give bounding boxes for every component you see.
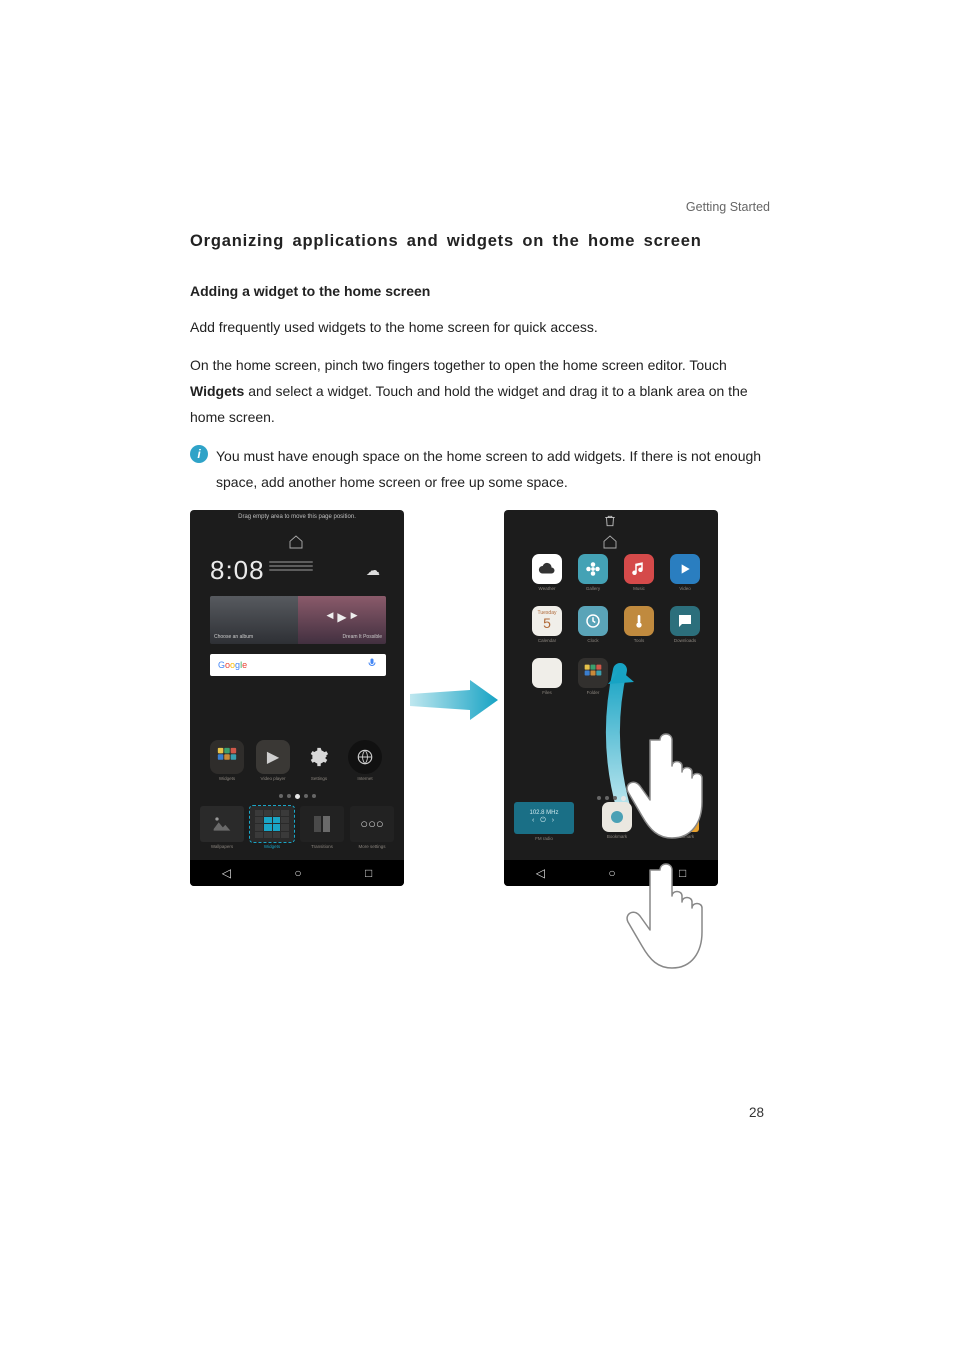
app-caption: Gallery <box>586 586 600 591</box>
info-note-text: You must have enough space on the home s… <box>216 443 770 496</box>
app-grid: Weather Gallery Music Video Tuesday5 Calendar… <box>528 554 704 706</box>
microphone-icon <box>366 657 378 672</box>
nav-recent-icon: □ <box>679 866 686 880</box>
media-widget: Choose an album ◀▶▶ Dream It Possible <box>210 596 386 644</box>
widget-fm: 102.8 MHz ‹ ⏻ › FM radio <box>514 802 574 841</box>
page-dots <box>504 796 718 801</box>
phone-right: Weather Gallery Music Video Tuesday5 Calendar… <box>504 510 718 886</box>
nav-back-icon: ◁ <box>536 866 545 880</box>
blank-icon <box>532 658 562 688</box>
media-widget-left: Choose an album <box>210 596 298 644</box>
paragraph-2b: and select a widget. Touch and hold the … <box>190 383 748 425</box>
widget-preview-icon <box>602 802 632 832</box>
weather-lines-icon <box>269 561 313 581</box>
fm-widget-icon: 102.8 MHz ‹ ⏻ › <box>514 802 574 834</box>
play-icon <box>670 554 700 584</box>
media-widget-right: ◀▶▶ Dream It Possible <box>298 596 386 644</box>
paragraph-2a: On the home screen, pinch two fingers to… <box>190 357 727 373</box>
music-icon <box>624 554 654 584</box>
app-grid-item: Video <box>666 554 704 602</box>
app-row: Widgets ▶ Video player Settings Inte <box>210 740 386 786</box>
app-grid-item: Files <box>528 658 566 706</box>
app-caption: Clock <box>587 638 598 643</box>
trash-icon <box>602 514 618 530</box>
cloud-icon <box>532 554 562 584</box>
editor-slot-wallpapers: Wallpapers <box>200 806 244 860</box>
app-caption: Tools <box>634 638 645 643</box>
nav-bar: ◁ ○ □ <box>504 860 718 886</box>
clock-icon <box>578 606 608 636</box>
app-grid-item: Weather <box>528 554 566 602</box>
phone-left: Drag empty area to move this page positi… <box>190 510 404 886</box>
widget-slot-3: Bookmark <box>660 802 708 839</box>
paragraph-2-bold: Widgets <box>190 383 244 399</box>
app-caption: Weather <box>539 586 556 591</box>
app-settings: Settings <box>302 740 336 786</box>
page-content: Getting Started Organizing applications … <box>190 200 770 950</box>
clock-time: 8:08 <box>210 555 265 586</box>
editor-slot-transitions: Transitions <box>300 806 344 860</box>
app-grid-item: Tuesday5 Calendar <box>528 606 566 654</box>
app-folder: Widgets <box>210 740 244 786</box>
thermo-icon <box>624 606 654 636</box>
media-widget-left-caption: Choose an album <box>214 634 253 640</box>
editor-slot-widgets: Widgets <box>250 806 294 860</box>
app-caption: Calendar <box>538 638 556 643</box>
home-outline-icon <box>599 534 621 552</box>
app-browser: Internet <box>348 740 382 786</box>
nav-back-icon: ◁ <box>222 866 231 880</box>
widgets-preview-icon <box>250 806 294 842</box>
app-video: ▶ Video player <box>256 740 290 786</box>
nav-recent-icon: □ <box>365 866 372 880</box>
section-title: Organizing applications and widgets on t… <box>190 232 770 251</box>
media-controls-icon: ◀▶▶ <box>326 610 357 624</box>
flower-icon <box>578 554 608 584</box>
app-caption: Folder <box>587 690 600 695</box>
app-caption: Files <box>542 690 552 695</box>
app-grid-item: Music <box>620 554 658 602</box>
app-caption: Video <box>679 586 690 591</box>
nav-home-icon: ○ <box>608 866 615 880</box>
grid-icon <box>578 658 608 688</box>
editor-widget-bar: Wallpapers Widgets <box>200 806 394 860</box>
wallpaper-preview-icon <box>200 806 244 842</box>
transitions-preview-icon <box>300 806 344 842</box>
app-caption: Downloads <box>674 638 696 643</box>
fm-controls-icon: ‹ ⏻ › <box>532 817 556 825</box>
nav-home-icon: ○ <box>294 866 301 880</box>
more-settings-icon: ○○○ <box>350 806 394 842</box>
app-grid-item: Folder <box>574 658 612 706</box>
cal5-icon: Tuesday5 <box>532 606 562 636</box>
page-dots <box>190 794 404 799</box>
app-caption: Music <box>633 586 645 591</box>
paragraph-2: On the home screen, pinch two fingers to… <box>190 353 770 431</box>
cloud-icon: ☁ <box>366 562 380 579</box>
transition-arrow-icon <box>410 670 498 730</box>
app-grid-item: Clock <box>574 606 612 654</box>
home-outline-icon <box>285 534 307 552</box>
clock-widget: 8:08 ☁ <box>210 556 386 586</box>
info-note: i You must have enough space on the home… <box>190 443 770 496</box>
paragraph-1: Add frequently used widgets to the home … <box>190 315 770 341</box>
widget-slot-2: Bookmark <box>593 802 641 839</box>
left-hint-banner: Drag empty area to move this page positi… <box>200 514 394 520</box>
app-grid-item: Downloads <box>666 606 704 654</box>
illustration: Drag empty area to move this page positi… <box>190 510 750 950</box>
media-widget-right-caption: Dream It Possible <box>343 634 382 640</box>
google-logo: Google <box>218 660 247 670</box>
running-head: Getting Started <box>190 200 770 214</box>
star-widget-icon <box>669 802 699 832</box>
subsection-title: Adding a widget to the home screen <box>190 283 770 299</box>
widget-shelf: 102.8 MHz ‹ ⏻ › FM radio Bookmark Bookma <box>514 802 708 860</box>
editor-slot-more: ○○○ More settings <box>350 806 394 860</box>
page-number: 28 <box>749 1105 764 1120</box>
google-search-widget: Google <box>210 654 386 676</box>
msg-icon <box>670 606 700 636</box>
app-grid-item: Gallery <box>574 554 612 602</box>
info-icon: i <box>190 445 208 463</box>
nav-bar: ◁ ○ □ <box>190 860 404 886</box>
app-grid-item: Tools <box>620 606 658 654</box>
